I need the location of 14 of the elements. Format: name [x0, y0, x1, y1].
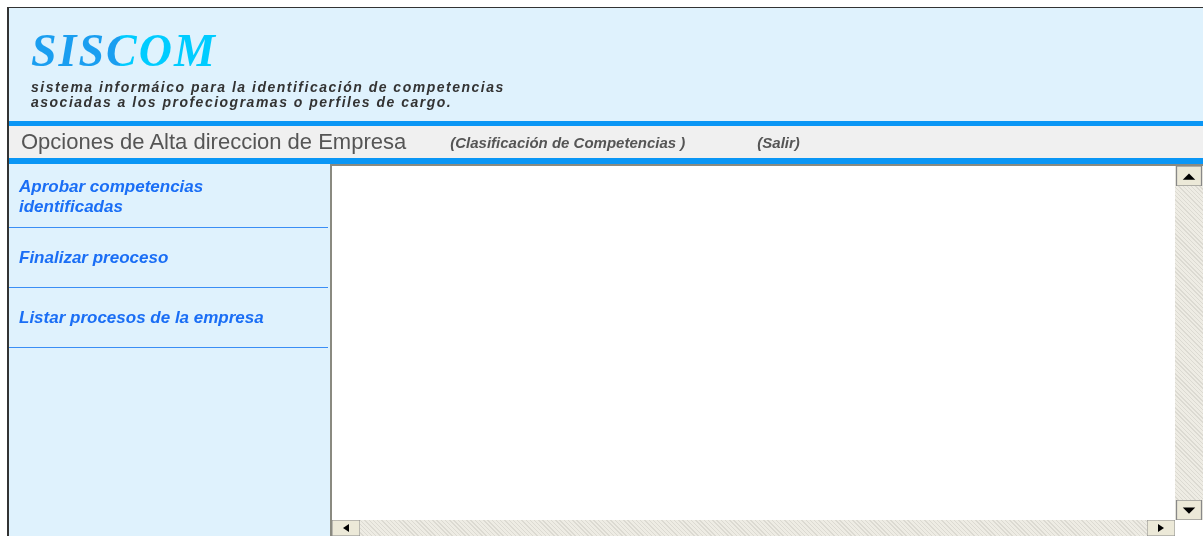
scroll-right-icon[interactable] — [1147, 520, 1175, 536]
sidebar-link[interactable]: Listar procesos de la empresa — [9, 288, 328, 348]
subtitle-line: asociadas a los profeciogramas o perfiles de cargo. — [31, 95, 453, 110]
sidebar-link[interactable]: Finalizar preoceso — [9, 228, 328, 288]
horizontal-scrollbar[interactable] — [332, 520, 1175, 536]
section-label: (Clasificación de Competencias ) — [450, 133, 686, 151]
scroll-up-icon[interactable] — [1175, 166, 1203, 186]
sidebar-link[interactable]: Aprobar competencias identificadas — [9, 164, 328, 228]
exit-link[interactable]: (Salir) — [757, 133, 800, 151]
options-title: Opciones de Alta direccion de Empresa — [21, 129, 407, 155]
scroll-left-icon[interactable] — [332, 520, 360, 536]
vertical-scrollbar[interactable] — [1175, 166, 1203, 520]
scroll-down-icon[interactable] — [1175, 500, 1203, 520]
subtitle-line: sistema informáico para la identificación de competencias — [31, 80, 506, 95]
